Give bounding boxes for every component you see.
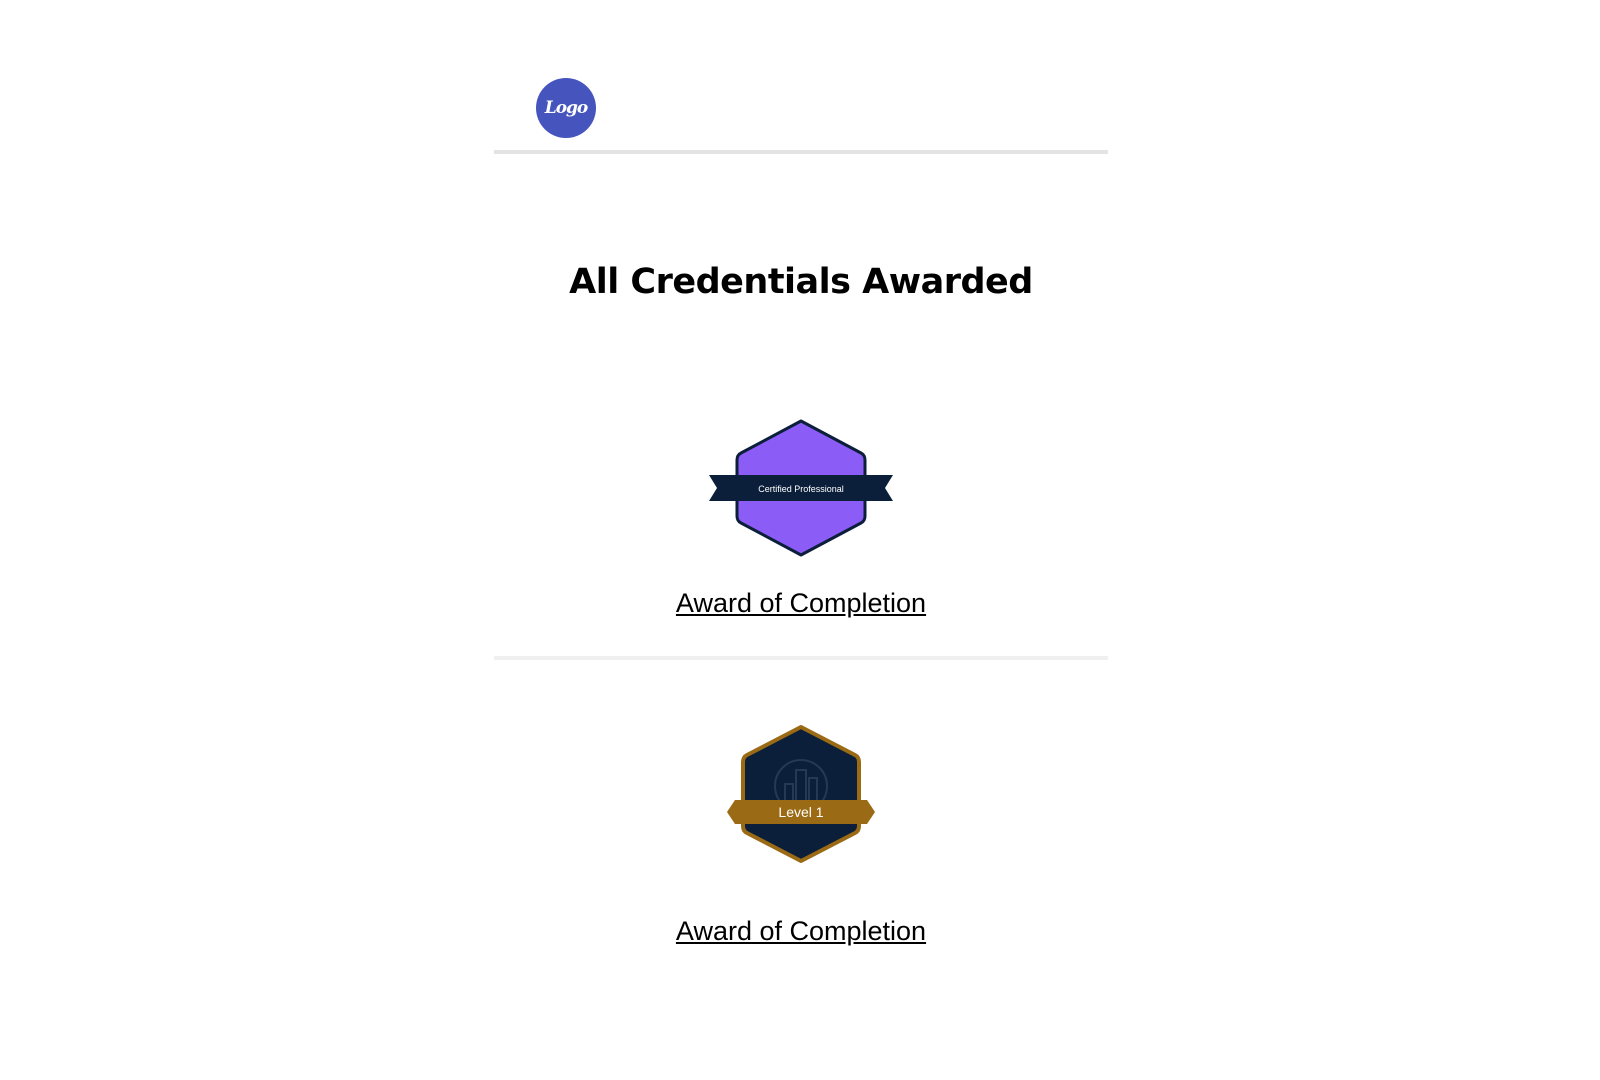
logo-text: Logo bbox=[544, 98, 589, 118]
section-divider bbox=[494, 656, 1108, 660]
badge-text: Certified Professional bbox=[758, 484, 844, 494]
page: Logo All Credentials Awarded Certified P… bbox=[0, 0, 1600, 1080]
header: Logo bbox=[494, 0, 1108, 156]
level-1-badge[interactable]: Level 1 bbox=[719, 724, 883, 864]
credential-item: Level 1 Award of Completion bbox=[494, 724, 1108, 964]
certified-professional-badge[interactable]: Certified Professional bbox=[709, 418, 893, 558]
header-divider bbox=[494, 150, 1108, 154]
award-of-completion-link[interactable]: Award of Completion bbox=[494, 916, 1108, 947]
award-of-completion-link[interactable]: Award of Completion bbox=[494, 588, 1108, 619]
badge-text: Level 1 bbox=[778, 804, 823, 820]
page-title: All Credentials Awarded bbox=[569, 262, 1033, 302]
credential-item: Certified Professional Award of Completi… bbox=[494, 418, 1108, 658]
logo[interactable]: Logo bbox=[536, 78, 596, 138]
